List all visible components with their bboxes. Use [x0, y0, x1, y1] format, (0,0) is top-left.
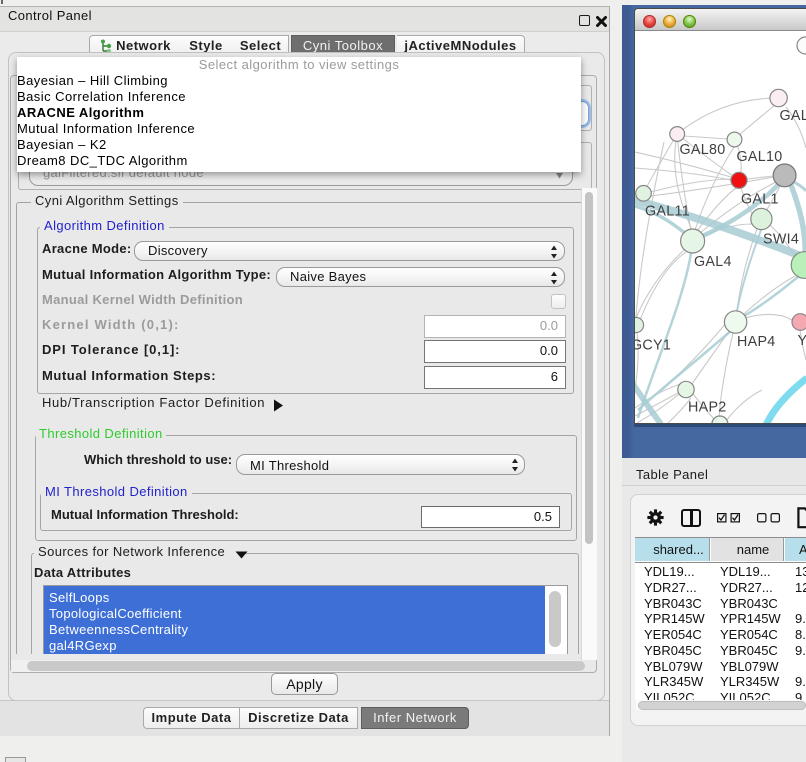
svg-text:GAL11: GAL11: [645, 204, 690, 220]
svg-text:GAL2: GAL2: [780, 108, 806, 124]
svg-text:GCY1: GCY1: [634, 338, 671, 354]
svg-text:SWI4: SWI4: [763, 232, 799, 248]
svg-text:YL: YL: [798, 333, 806, 349]
svg-text:HAP2: HAP2: [688, 400, 727, 416]
svg-text:GAL10: GAL10: [737, 149, 783, 165]
svg-text:GAL80: GAL80: [680, 142, 726, 158]
svg-text:HAP4: HAP4: [737, 334, 776, 350]
svg-text:GAL4: GAL4: [694, 254, 732, 270]
svg-text:GAL1: GAL1: [741, 192, 779, 208]
